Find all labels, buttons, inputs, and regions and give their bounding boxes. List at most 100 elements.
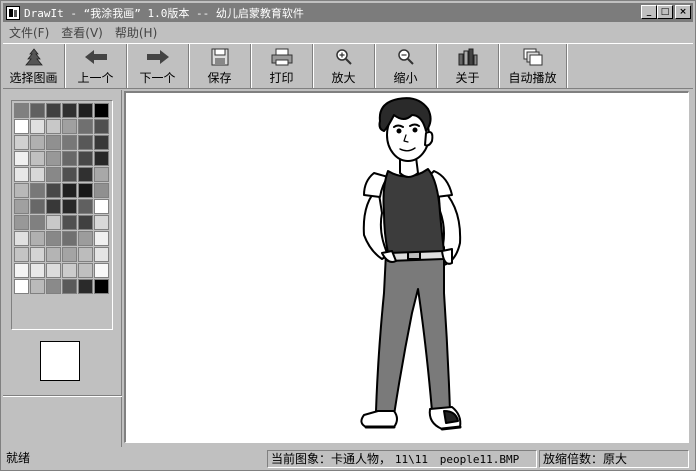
palette-swatch[interactable] [46,247,61,262]
palette-swatch[interactable] [46,215,61,230]
palette-swatch[interactable] [78,103,93,118]
maximize-button[interactable]: □ [657,5,673,19]
next-button[interactable]: 下一个 [127,44,189,88]
palette-swatch[interactable] [78,167,93,182]
palette-swatch[interactable] [46,135,61,150]
palette-swatch[interactable] [62,183,77,198]
select-picture-button[interactable]: 选择图画 [3,44,65,88]
palette-swatch[interactable] [14,231,29,246]
palette-swatch[interactable] [14,215,29,230]
palette-swatch[interactable] [94,183,109,198]
palette-swatch[interactable] [14,103,29,118]
palette-swatch[interactable] [14,135,29,150]
title-bar[interactable]: DrawIt - “我涂我画” 1.0版本 -- 幼儿启蒙教育软件 _ □ × [3,3,693,22]
palette-swatch[interactable] [46,263,61,278]
palette-swatch[interactable] [78,119,93,134]
auto-play-button[interactable]: 自动播放 [499,44,567,88]
palette-swatch[interactable] [62,119,77,134]
about-button[interactable]: 关于 [437,44,499,88]
current-color-swatch[interactable] [40,341,80,381]
palette-swatch[interactable] [62,199,77,214]
zoom-in-label: 放大 [331,71,356,85]
palette-swatch[interactable] [94,167,109,182]
auto-play-label: 自动播放 [508,71,557,85]
palette-swatch[interactable] [78,279,93,294]
palette-swatch[interactable] [62,151,77,166]
palette-swatch[interactable] [62,135,77,150]
minimize-button[interactable]: _ [641,5,657,19]
palette-swatch[interactable] [14,263,29,278]
menu-file[interactable]: 文件(F) [3,24,55,41]
palette-swatch[interactable] [94,151,109,166]
status-bar: 就绪 当前图象：卡通人物， 11\11 people11.BMP 放缩倍数：原大 [3,449,693,469]
palette-swatch[interactable] [62,231,77,246]
status-image-file: people11.BMP [439,453,520,466]
status-image-index: 11\11 [394,453,428,466]
palette-swatch[interactable] [46,103,61,118]
palette-swatch[interactable] [62,215,77,230]
cartoon-person-drawing[interactable] [126,93,688,442]
previous-button[interactable]: 上一个 [65,44,127,88]
palette-swatch[interactable] [30,135,45,150]
palette-swatch[interactable] [94,199,109,214]
palette-swatch[interactable] [78,199,93,214]
save-button[interactable]: 保存 [189,44,251,88]
palette-swatch[interactable] [14,199,29,214]
palette-swatch[interactable] [14,119,29,134]
menu-help[interactable]: 帮助(H) [109,24,163,41]
palette-swatch[interactable] [46,167,61,182]
palette-swatch[interactable] [78,247,93,262]
palette-swatch[interactable] [94,263,109,278]
palette-swatch[interactable] [46,119,61,134]
palette-swatch[interactable] [30,183,45,198]
palette-swatch[interactable] [14,279,29,294]
palette-swatch[interactable] [46,199,61,214]
zoom-out-button[interactable]: 缩小 [375,44,437,88]
palette-swatch[interactable] [78,135,93,150]
palette-swatch[interactable] [46,279,61,294]
palette-swatch[interactable] [94,215,109,230]
palette-swatch[interactable] [30,199,45,214]
close-button[interactable]: × [675,5,691,19]
palette-swatch[interactable] [30,119,45,134]
palette-swatch[interactable] [78,151,93,166]
palette-swatch[interactable] [94,247,109,262]
palette-swatch[interactable] [30,279,45,294]
palette-swatch[interactable] [94,103,109,118]
palette-swatch[interactable] [30,103,45,118]
palette-swatch[interactable] [94,135,109,150]
print-button[interactable]: 打印 [251,44,313,88]
palette-swatch[interactable] [30,231,45,246]
palette-swatch[interactable] [78,231,93,246]
palette-swatch[interactable] [30,263,45,278]
palette-swatch[interactable] [62,103,77,118]
auto-play-icon [521,48,545,66]
palette-swatch[interactable] [30,247,45,262]
palette-swatch[interactable] [78,215,93,230]
palette-swatch[interactable] [30,215,45,230]
palette-swatch[interactable] [94,119,109,134]
palette-swatch[interactable] [46,183,61,198]
palette-swatch[interactable] [46,231,61,246]
palette-swatch[interactable] [62,279,77,294]
palette-swatch[interactable] [62,167,77,182]
palette-swatch[interactable] [14,247,29,262]
palette-swatch[interactable] [78,183,93,198]
left-panel [3,90,122,447]
zoom-in-button[interactable]: 放大 [313,44,375,88]
palette-swatch[interactable] [62,263,77,278]
app-icon[interactable] [6,5,20,20]
palette-swatch[interactable] [94,231,109,246]
palette-swatch[interactable] [30,167,45,182]
palette-swatch[interactable] [30,151,45,166]
palette-swatch[interactable] [94,279,109,294]
about-label: 关于 [455,71,480,85]
palette-swatch[interactable] [78,263,93,278]
palette-swatch[interactable] [46,151,61,166]
palette-swatch[interactable] [62,247,77,262]
drawing-canvas[interactable] [124,91,689,443]
palette-swatch[interactable] [14,183,29,198]
palette-swatch[interactable] [14,151,29,166]
palette-swatch[interactable] [14,167,29,182]
menu-view[interactable]: 查看(V) [55,24,109,41]
